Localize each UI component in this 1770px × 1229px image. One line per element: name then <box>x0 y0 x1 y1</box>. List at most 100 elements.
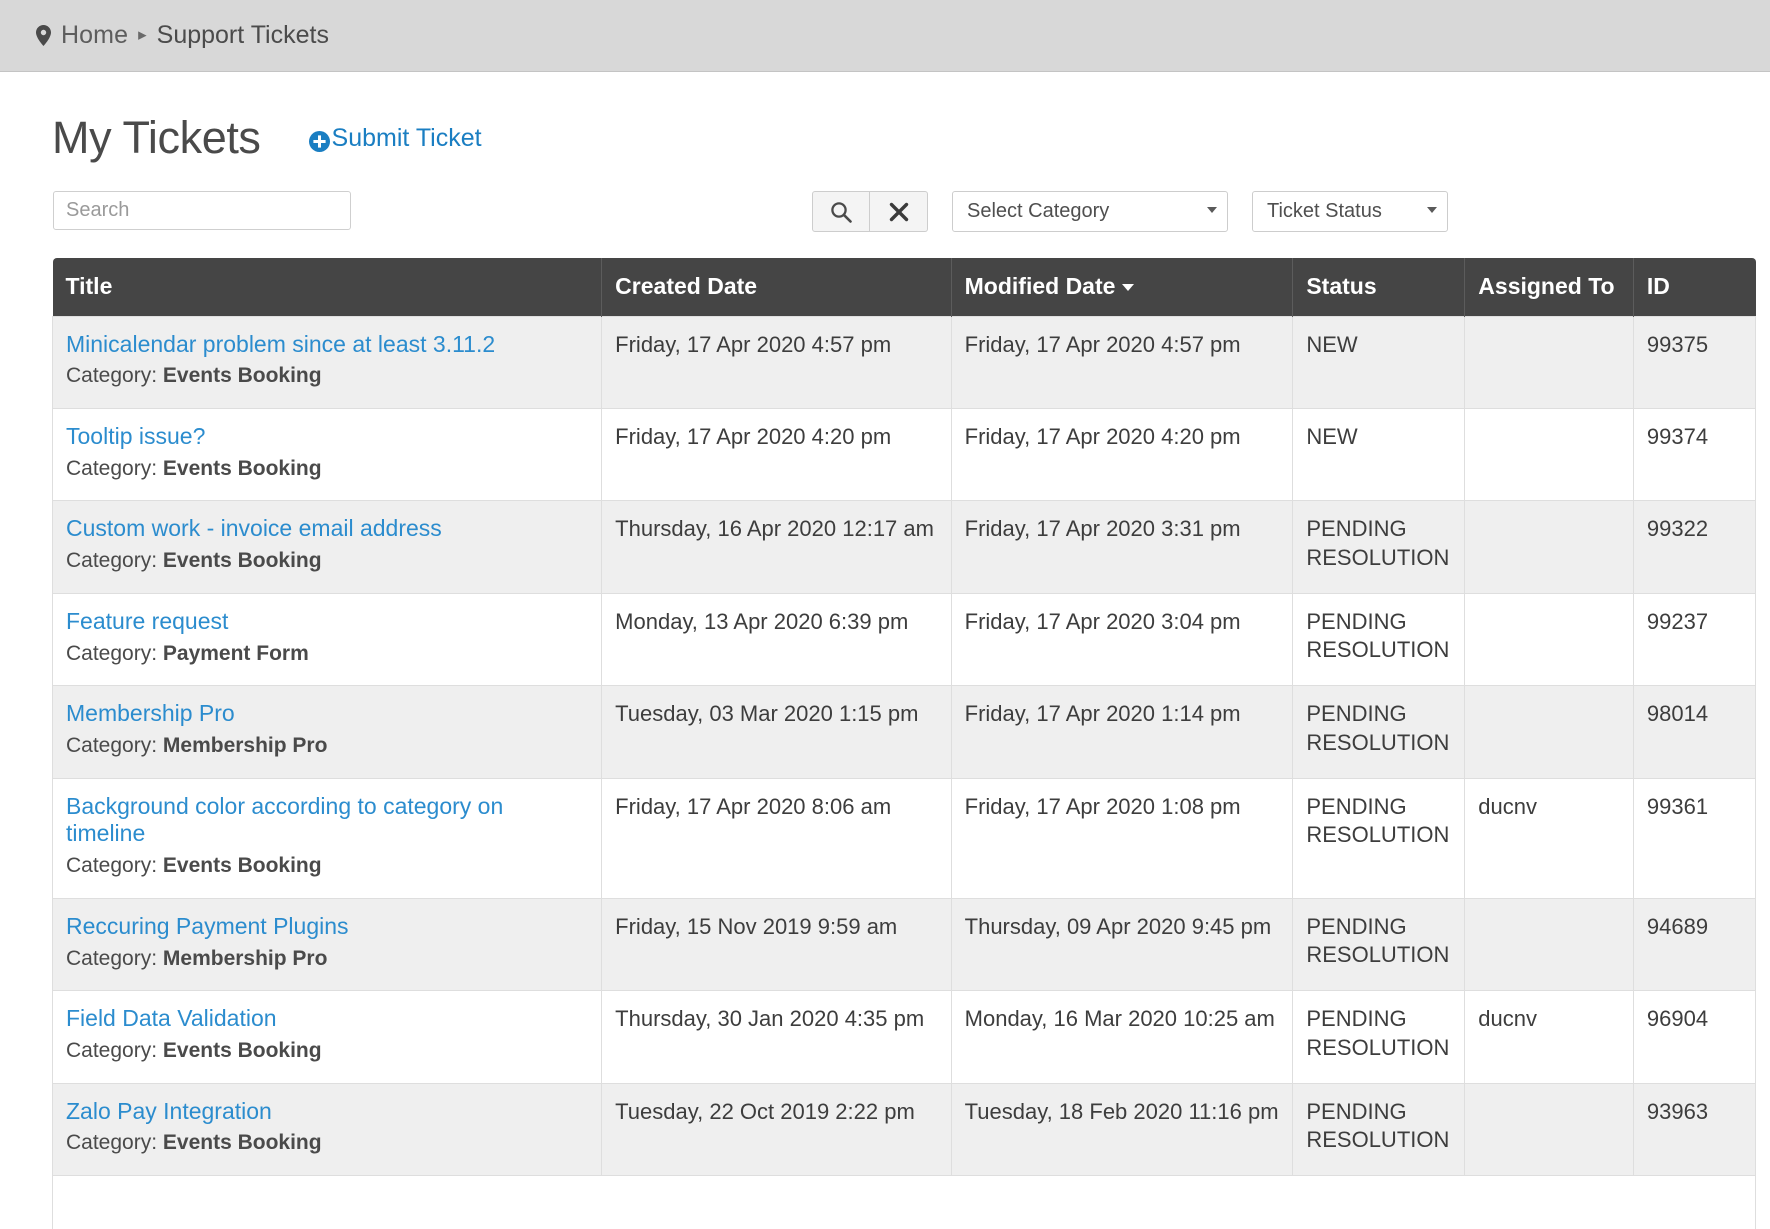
column-header-status[interactable]: Status <box>1292 258 1466 316</box>
cell-assigned-to <box>1464 685 1634 779</box>
cell-status: PENDING RESOLUTION <box>1292 500 1466 594</box>
page-content: My Tickets Submit Ticket Search Select C… <box>0 72 1770 1229</box>
ticket-title-link[interactable]: Custom work - invoice email address <box>66 515 588 543</box>
column-header-title[interactable]: Title <box>52 258 603 316</box>
ticket-category: Category: Events Booking <box>66 548 588 575</box>
sort-descending-icon <box>1122 284 1135 292</box>
ticket-category-value: Events Booking <box>162 1131 322 1155</box>
table-footer-row <box>52 1175 1756 1229</box>
cell-id: 94689 <box>1632 897 1757 992</box>
column-header-assigned-to-label: Assigned To <box>1478 273 1615 300</box>
table-row: Zalo Pay Integration Category: Events Boo… <box>51 1082 1757 1177</box>
table-row: Feature request Category: Payment Form Mon… <box>51 592 1757 687</box>
column-header-modified-date-label: Modified Date <box>964 273 1116 300</box>
ticket-category-label: Category: <box>66 549 163 573</box>
cell-status: NEW <box>1292 315 1466 409</box>
filters-toolbar: Select Category Ticket Status <box>0 191 1770 233</box>
column-header-modified-date[interactable]: Modified Date <box>951 258 1294 316</box>
tickets-table-wrapper: Title Created Date Modified Date Status … <box>51 258 1757 1229</box>
ticket-title-link[interactable]: Zalo Pay Integration <box>66 1098 588 1126</box>
column-header-status-label: Status <box>1306 273 1377 300</box>
ticket-category: Category: Events Booking <box>66 363 588 390</box>
search-button[interactable] <box>812 191 870 232</box>
cell-title: Minicalendar problem since at least 3.11… <box>51 315 603 409</box>
ticket-category-label: Category: <box>66 854 163 878</box>
table-row: Custom work - invoice email address Categ… <box>51 500 1757 594</box>
ticket-category-value: Membership Pro <box>162 733 328 757</box>
ticket-title-link[interactable]: Minicalendar problem since at least 3.11… <box>66 331 588 359</box>
table-body: Minicalendar problem since at least 3.11… <box>51 315 1757 1229</box>
table-row: Background color according to category o… <box>51 777 1757 899</box>
cell-title: Field Data Validation Category: Events Bo… <box>51 990 603 1084</box>
cell-created-date: Friday, 17 Apr 2020 8:06 am <box>601 777 952 899</box>
table-row: Membership Pro Category: Membership Pro Tu… <box>51 685 1757 779</box>
clear-filters-button[interactable] <box>870 191 928 232</box>
search-button-group <box>812 191 928 232</box>
ticket-title-link[interactable]: Background color according to category o… <box>66 793 588 848</box>
cell-assigned-to <box>1464 315 1634 409</box>
cell-id: 99361 <box>1632 777 1757 899</box>
cell-title: Feature request Category: Payment Form <box>51 592 603 687</box>
cell-id: 99374 <box>1632 407 1757 502</box>
breadcrumb-home-link[interactable]: Home <box>61 21 128 50</box>
cell-created-date: Friday, 17 Apr 2020 4:20 pm <box>601 407 952 502</box>
category-select-wrapper: Select Category <box>952 191 1228 232</box>
column-header-created-date[interactable]: Created Date <box>601 258 952 316</box>
column-header-created-date-label: Created Date <box>615 273 758 300</box>
ticket-category-value: Events Booking <box>162 364 322 388</box>
cell-modified-date: Friday, 17 Apr 2020 4:20 pm <box>950 407 1294 502</box>
cell-modified-date: Friday, 17 Apr 2020 3:04 pm <box>950 592 1294 687</box>
ticket-category: Category: Payment Form <box>66 641 588 668</box>
ticket-category: Category: Events Booking <box>66 456 588 483</box>
table-footer-cell <box>52 1175 1756 1229</box>
cell-id: 99322 <box>1632 500 1757 594</box>
table-row: Tooltip issue? Category: Events Booking Fr… <box>51 407 1757 502</box>
ticket-title-link[interactable]: Tooltip issue? <box>66 423 588 451</box>
cell-title: Reccuring Payment Plugins Category: Membe… <box>51 897 603 992</box>
cell-title: Membership Pro Category: Membership Pro <box>51 685 603 779</box>
cell-created-date: Monday, 13 Apr 2020 6:39 pm <box>601 592 952 687</box>
cell-id: 99375 <box>1632 315 1757 409</box>
cell-status: PENDING RESOLUTION <box>1292 685 1466 779</box>
table-head: Title Created Date Modified Date Status … <box>52 258 1756 316</box>
column-header-id[interactable]: ID <box>1633 258 1756 316</box>
ticket-category-label: Category: <box>66 456 163 480</box>
ticket-category: Category: Membership Pro <box>66 946 588 973</box>
ticket-category-label: Category: <box>66 733 163 757</box>
table-header-row: Title Created Date Modified Date Status … <box>52 258 1756 316</box>
status-select[interactable]: Ticket Status <box>1252 191 1448 232</box>
submit-ticket-link[interactable]: Submit Ticket <box>308 124 482 153</box>
cell-created-date: Friday, 15 Nov 2019 9:59 am <box>601 897 952 992</box>
breadcrumb-current: Support Tickets <box>156 21 329 49</box>
ticket-category-label: Category: <box>66 641 163 665</box>
cell-modified-date: Monday, 16 Mar 2020 10:25 am <box>950 990 1294 1084</box>
column-header-assigned-to[interactable]: Assigned To <box>1464 258 1634 316</box>
ticket-category-value: Membership Pro <box>162 946 328 970</box>
cell-assigned-to <box>1464 592 1634 687</box>
category-select[interactable]: Select Category <box>952 191 1228 232</box>
ticket-title-link[interactable]: Feature request <box>66 608 588 636</box>
ticket-category-value: Events Booking <box>162 854 322 878</box>
status-select-value: Ticket Status <box>1267 200 1382 222</box>
search-input[interactable] <box>53 191 351 230</box>
page-header: My Tickets Submit Ticket <box>0 72 1770 164</box>
cell-created-date: Friday, 17 Apr 2020 4:57 pm <box>601 315 952 409</box>
ticket-category-value: Events Booking <box>162 1038 322 1062</box>
breadcrumb: Home ▸ Support Tickets <box>0 0 1770 72</box>
ticket-category-label: Category: <box>66 946 163 970</box>
ticket-category-value: Events Booking <box>162 456 322 480</box>
ticket-category-label: Category: <box>66 1038 163 1062</box>
table-row: Reccuring Payment Plugins Category: Membe… <box>51 897 1757 992</box>
cell-created-date: Thursday, 30 Jan 2020 4:35 pm <box>601 990 952 1084</box>
cell-assigned-to <box>1464 407 1634 502</box>
cell-assigned-to: ducnv <box>1464 990 1634 1084</box>
ticket-title-link[interactable]: Field Data Validation <box>66 1005 588 1033</box>
plus-circle-icon <box>308 130 330 152</box>
ticket-title-link[interactable]: Reccuring Payment Plugins <box>66 913 588 941</box>
location-pin-icon <box>36 25 51 46</box>
cell-title: Tooltip issue? Category: Events Booking <box>51 407 603 502</box>
ticket-title-link[interactable]: Membership Pro <box>66 700 588 728</box>
ticket-category: Category: Events Booking <box>66 1130 588 1157</box>
breadcrumb-separator-icon: ▸ <box>138 24 147 44</box>
table-row: Minicalendar problem since at least 3.11… <box>51 315 1757 409</box>
